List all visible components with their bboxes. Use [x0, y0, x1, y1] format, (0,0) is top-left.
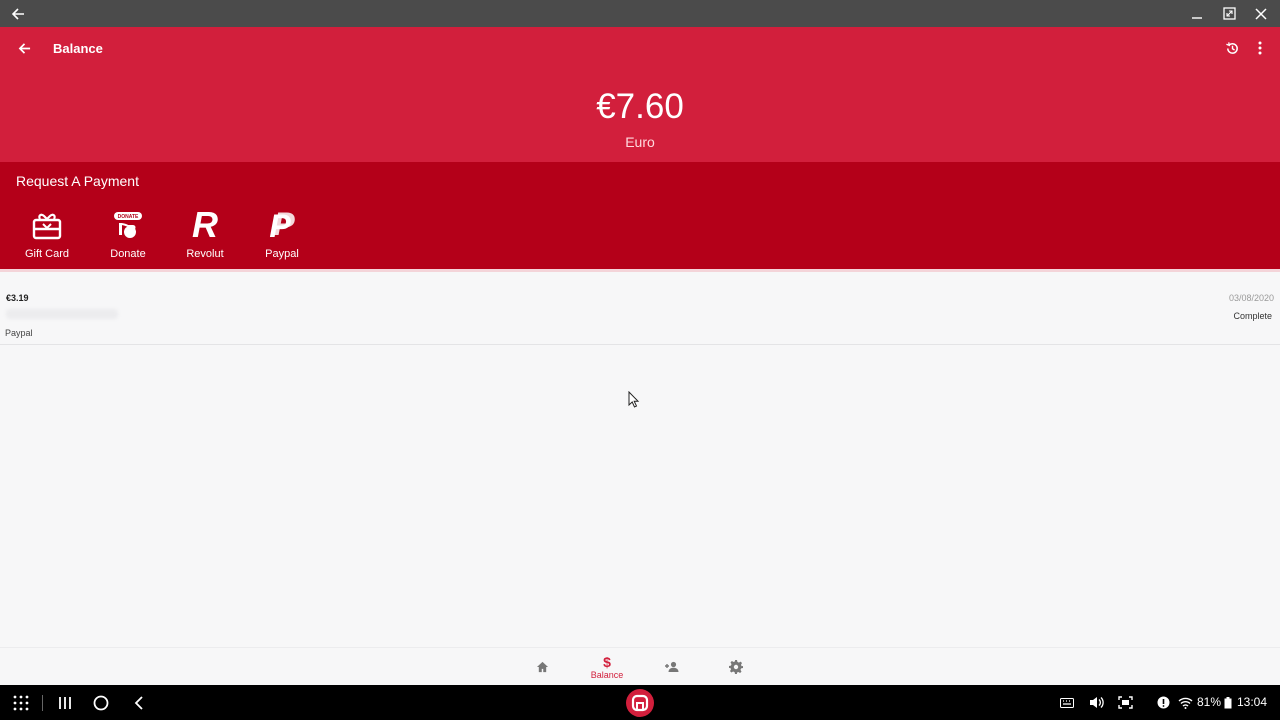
screen-capture-icon [1117, 696, 1133, 709]
gift-card-option[interactable]: Gift Card [12, 206, 82, 262]
arrow-left-icon [18, 42, 30, 54]
app-logo-button[interactable] [626, 689, 654, 717]
window-minimize-button[interactable] [1181, 0, 1213, 27]
dollar-icon: $ [603, 653, 611, 670]
add-person-icon [665, 661, 679, 672]
mouse-cursor-icon [628, 391, 640, 408]
gift-card-icon [27, 206, 67, 240]
window-close-button[interactable] [1245, 0, 1277, 27]
volume-button[interactable] [1087, 685, 1105, 720]
nav-home[interactable] [518, 648, 566, 686]
more-vertical-icon [1258, 41, 1262, 55]
apps-grid-button[interactable] [10, 685, 32, 720]
paypal-icon: P P [262, 206, 302, 240]
option-label: Paypal [265, 248, 299, 260]
nav-settings[interactable] [712, 648, 760, 686]
transaction-row[interactable]: €3.19 Paypal 03/08/2020 Complete [0, 272, 1280, 345]
history-icon [1225, 41, 1238, 54]
transaction-email-redacted [6, 309, 118, 319]
history-button[interactable] [1218, 34, 1246, 62]
home-button[interactable] [90, 685, 112, 720]
window-title-bar [0, 0, 1280, 27]
donate-option[interactable]: DONATE Donate [93, 206, 163, 262]
donate-badge-text: DONATE [118, 214, 139, 220]
balance-currency: Euro [625, 134, 655, 150]
system-back-button[interactable] [128, 685, 150, 720]
battery-icon [1224, 696, 1232, 708]
nav-label: Balance [590, 669, 624, 680]
battery-percent: 81% [1197, 695, 1222, 709]
arrow-left-icon [11, 7, 24, 20]
paypal-option[interactable]: P P Paypal [247, 206, 317, 262]
revolut-option[interactable]: R Revolut [170, 206, 240, 262]
revolut-icon: R [185, 206, 225, 240]
separator [42, 695, 43, 711]
transaction-date: 03/08/2020 [1228, 293, 1274, 303]
option-label: Revolut [186, 248, 224, 260]
home-icon [536, 661, 548, 673]
recent-apps-button[interactable] [54, 685, 76, 720]
resize-icon [1222, 7, 1236, 20]
transaction-amount: €3.19 [6, 293, 29, 303]
volume-icon [1089, 697, 1104, 708]
keyboard-button[interactable] [1058, 685, 1076, 720]
minimize-icon [1192, 16, 1202, 19]
window-back-button[interactable] [2, 0, 34, 27]
svg-text:R: R [192, 206, 218, 240]
app-logo-icon [631, 694, 649, 712]
section-title: Request A Payment [16, 173, 139, 189]
transaction-method: Paypal [5, 328, 33, 338]
option-label: Gift Card [24, 248, 69, 260]
screen-capture-button[interactable] [1116, 685, 1134, 720]
close-icon [1255, 7, 1267, 20]
svg-text:P: P [269, 208, 291, 240]
bottom-navigation: $ Balance [0, 647, 1280, 685]
donate-icon: DONATE [108, 206, 148, 240]
apps-grid-icon [13, 695, 29, 710]
keyboard-icon [1060, 697, 1074, 708]
request-payment-section: Request A Payment Gift Card DONATE Donat… [0, 162, 1280, 269]
battery-indicator [1222, 685, 1234, 720]
option-label: Donate [110, 248, 146, 260]
wifi-icon [1178, 697, 1192, 709]
nav-balance[interactable]: $ Balance [583, 648, 631, 686]
back-button[interactable] [10, 34, 38, 62]
nav-friends[interactable] [648, 648, 696, 686]
system-clock: 13:04 [1237, 695, 1268, 709]
balance-amount: €7.60 [596, 87, 684, 126]
back-chevron-icon [134, 695, 143, 710]
home-circle-icon [93, 695, 109, 710]
page-title: Balance [53, 41, 103, 56]
settings-icon [729, 660, 743, 674]
more-options-button[interactable] [1246, 34, 1274, 62]
notification-indicator[interactable] [1154, 685, 1172, 720]
balance-header: Balance €7.60 Euro [0, 27, 1280, 162]
info-circle-icon [1157, 696, 1169, 709]
transaction-status: Complete [1233, 311, 1272, 321]
window-resize-button[interactable] [1213, 0, 1245, 27]
recent-apps-icon [59, 696, 71, 709]
wifi-indicator [1176, 685, 1194, 720]
system-navigation-bar: 81% 13:04 [0, 685, 1280, 720]
